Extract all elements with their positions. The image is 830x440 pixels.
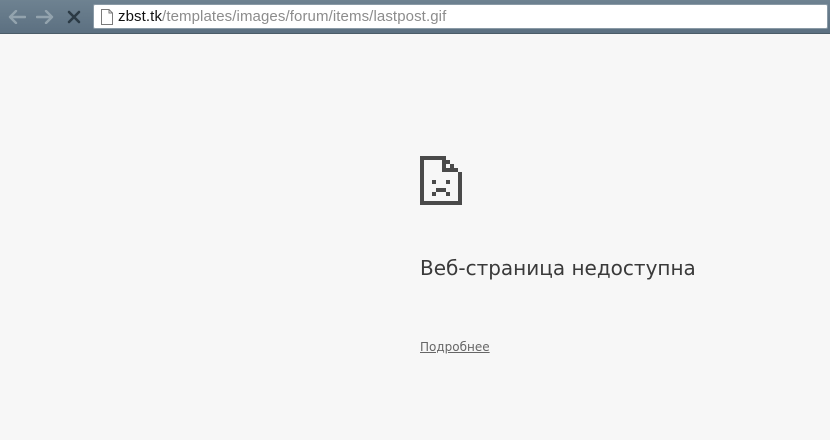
address-bar[interactable]: zbst.tk/templates/images/forum/items/las… [93,4,828,29]
sad-document-icon [420,156,462,205]
error-title: Веб-страница недоступна [420,256,696,280]
url-path: /templates/images/forum/items/lastpost.g… [162,8,447,25]
arrow-right-icon [36,10,54,24]
close-icon [67,10,81,24]
stop-button[interactable] [64,7,84,27]
url-text: zbst.tk/templates/images/forum/items/las… [118,8,446,25]
browser-toolbar: zbst.tk/templates/images/forum/items/las… [0,0,830,34]
forward-button[interactable] [35,7,55,27]
page-icon [101,8,113,25]
url-domain: zbst.tk [118,8,163,25]
details-link[interactable]: Подробнее [420,340,490,354]
back-button[interactable] [7,7,27,27]
arrow-left-icon [8,10,26,24]
